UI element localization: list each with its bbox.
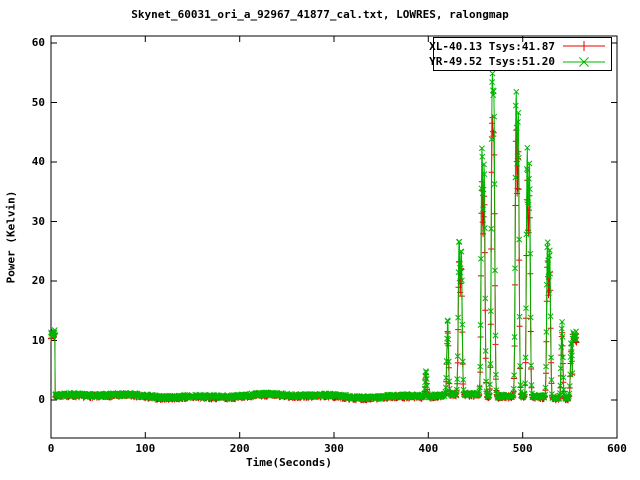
legend-entry-yr: YR-49.52 Tsys:51.20 [429,55,611,69]
x-tick-label: 200 [229,442,250,455]
x-axis-label: Time(Seconds) [245,456,333,469]
legend: XL-40.13 Tsys:41.87 YR-49.52 Tsys:51.20 [429,37,612,71]
series-yr-markers [48,70,580,403]
y-tick-label: 60 [31,36,45,49]
y-axis-label: Power (Kelvin) [4,190,18,284]
legend-sample-cross-icon [563,56,605,67]
x-tick-label: 600 [607,442,627,455]
y-tick-label: 20 [31,274,45,287]
y-tick-label: 10 [31,333,45,347]
legend-label-xl: XL-40.13 Tsys:41.87 [429,39,555,53]
series-yr-line [50,73,577,401]
y-tick-label: 30 [31,214,45,228]
plot-canvas [48,35,618,439]
y-tick-label: 0 [38,393,45,406]
x-tick-label: 400 [418,442,439,455]
chart-title: Skynet_60031_ori_a_92967_41877_cal.txt, … [131,8,509,21]
series-xl-line [50,117,577,402]
x-tick-label: 100 [135,442,156,455]
x-tick-label: 300 [324,442,344,455]
legend-sample-plus-icon [563,41,605,52]
gnuplot-window: Skynet_60031_ori_a_92967_41877_cal.txt, … [0,0,640,480]
x-tick-label: 500 [512,442,533,455]
y-tick-label: 50 [31,95,45,109]
y-tick-label: 40 [31,155,45,168]
axes-border-and-ticks [50,35,618,439]
legend-label-yr: YR-49.52 Tsys:51.20 [429,55,555,69]
x-tick-label: 0 [47,442,55,455]
legend-entry-xl: XL-40.13 Tsys:41.87 [429,39,611,53]
series-xl-markers [48,114,580,404]
